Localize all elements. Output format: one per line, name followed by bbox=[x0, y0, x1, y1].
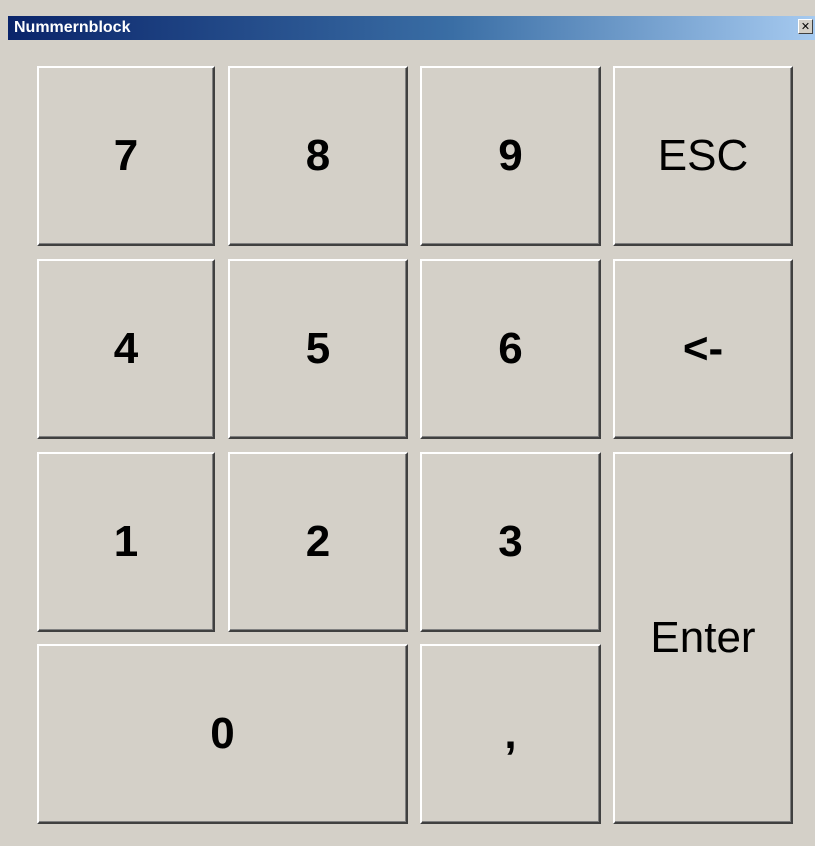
key-9[interactable]: 9 bbox=[420, 66, 601, 246]
comma-label: , bbox=[504, 709, 517, 758]
key-3-label: 3 bbox=[498, 517, 523, 566]
backspace-button[interactable]: <- bbox=[613, 259, 793, 439]
key-1[interactable]: 1 bbox=[37, 452, 215, 632]
key-5[interactable]: 5 bbox=[228, 259, 408, 439]
key-8[interactable]: 8 bbox=[228, 66, 408, 246]
key-7-label: 7 bbox=[113, 131, 139, 180]
title-bar[interactable]: Nummernblock ✕ bbox=[8, 16, 815, 40]
key-7[interactable]: 7 bbox=[37, 66, 215, 246]
key-2[interactable]: 2 bbox=[228, 452, 408, 632]
escape-button[interactable]: ESC bbox=[613, 66, 793, 246]
enter-label: Enter bbox=[650, 613, 756, 662]
backspace-label: <- bbox=[682, 324, 724, 373]
comma-key[interactable]: , bbox=[420, 644, 601, 824]
window-title: Nummernblock bbox=[14, 19, 131, 36]
key-2-label: 2 bbox=[305, 517, 331, 566]
key-5-label: 5 bbox=[305, 324, 331, 373]
close-button[interactable]: ✕ bbox=[798, 19, 813, 34]
close-icon: ✕ bbox=[800, 20, 811, 33]
key-9-label: 9 bbox=[498, 131, 523, 180]
numpad-window: Nummernblock ✕ 7 8 9 ESC 4 5 6 <- 1 2 3 … bbox=[0, 0, 815, 846]
key-3[interactable]: 3 bbox=[420, 452, 601, 632]
key-6-label: 6 bbox=[498, 324, 523, 373]
key-1-label: 1 bbox=[113, 517, 139, 566]
key-0[interactable]: 0 bbox=[37, 644, 408, 824]
key-6[interactable]: 6 bbox=[420, 259, 601, 439]
key-4[interactable]: 4 bbox=[37, 259, 215, 439]
key-0-label: 0 bbox=[210, 709, 235, 758]
key-8-label: 8 bbox=[305, 131, 331, 180]
enter-button[interactable]: Enter bbox=[613, 452, 793, 824]
escape-label: ESC bbox=[657, 131, 749, 180]
key-4-label: 4 bbox=[113, 324, 139, 373]
